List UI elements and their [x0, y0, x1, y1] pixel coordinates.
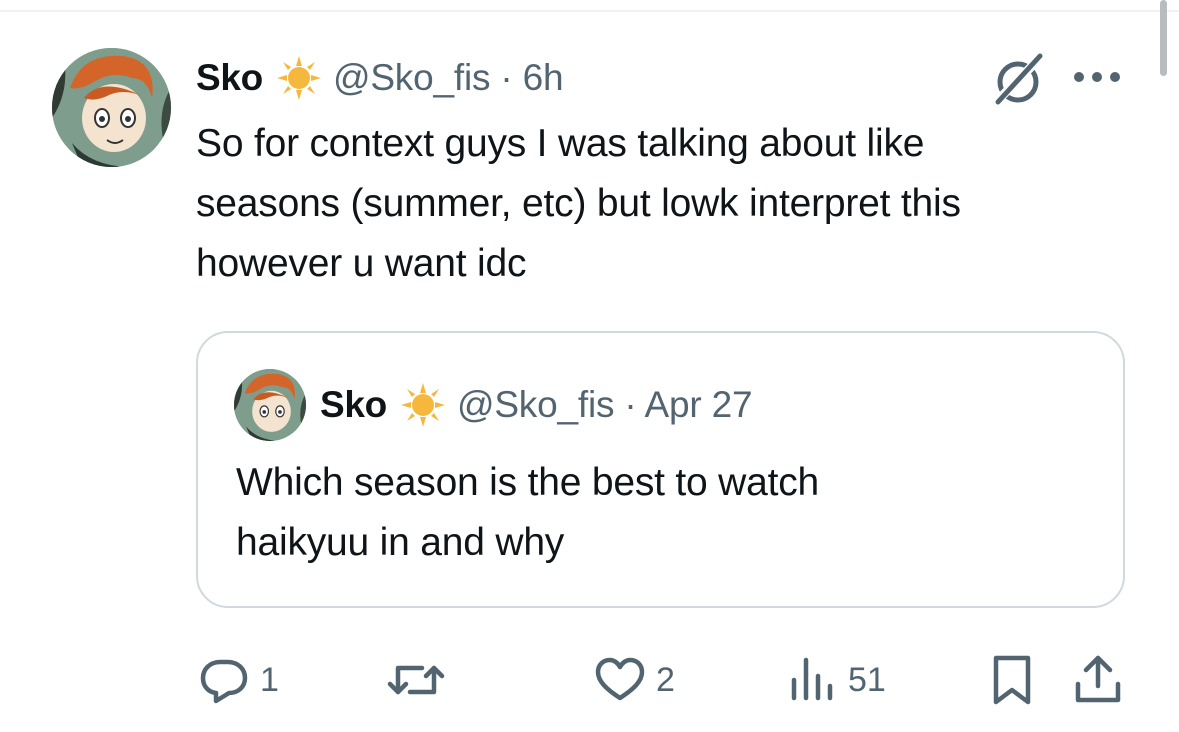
- sun-badge-icon: [275, 54, 323, 102]
- top-divider: [0, 10, 1179, 12]
- quoted-tweet-text: Which season is the best to watch haikyu…: [236, 461, 820, 564]
- quoted-author-handle: @Sko_fis: [456, 384, 615, 425]
- views-icon: [791, 657, 833, 701]
- like-count: 2: [656, 660, 675, 699]
- author-name[interactable]: Sko: [196, 57, 263, 99]
- views-count: 51: [848, 660, 886, 699]
- bookmark-icon: [993, 655, 1031, 705]
- tweet-header: Sko @Sko_fis · 6h: [196, 54, 564, 102]
- more-dots-icon[interactable]: [1070, 62, 1124, 92]
- views-button[interactable]: 51: [788, 650, 886, 710]
- author-handle[interactable]: @Sko_fis: [333, 57, 490, 98]
- reply-count: 1: [260, 660, 279, 699]
- heart-icon: [595, 657, 645, 701]
- scrollbar[interactable]: [1160, 0, 1167, 76]
- quoted-author-name: Sko: [320, 384, 387, 425]
- quoted-tweet-header: Sko @Sko_fis · Apr 27: [320, 381, 753, 429]
- quoted-tweet-card[interactable]: Sko @Sko_fis · Apr 27 Which season is th…: [196, 331, 1125, 608]
- like-button[interactable]: 2: [592, 650, 675, 710]
- share-icon: [1075, 655, 1121, 703]
- quoted-author-avatar: [234, 369, 306, 441]
- share-button[interactable]: [1072, 650, 1124, 710]
- dot-separator: ·: [624, 384, 637, 425]
- action-bar: 1 2 51: [0, 650, 1179, 710]
- quoted-tweet-time: Apr 27: [644, 384, 753, 425]
- grok-icon[interactable]: [990, 52, 1046, 108]
- author-avatar[interactable]: [52, 48, 171, 167]
- sun-badge-icon: [399, 381, 447, 429]
- reply-button[interactable]: 1: [196, 650, 279, 710]
- bookmark-button[interactable]: [988, 650, 1036, 710]
- repost-button[interactable]: [384, 650, 456, 710]
- dot-separator: ·: [500, 57, 513, 98]
- tweet-time[interactable]: 6h: [523, 57, 564, 98]
- tweet-text: So for context guys I was talking about …: [196, 122, 961, 285]
- repost-icon: [387, 665, 445, 695]
- reply-icon: [200, 659, 248, 704]
